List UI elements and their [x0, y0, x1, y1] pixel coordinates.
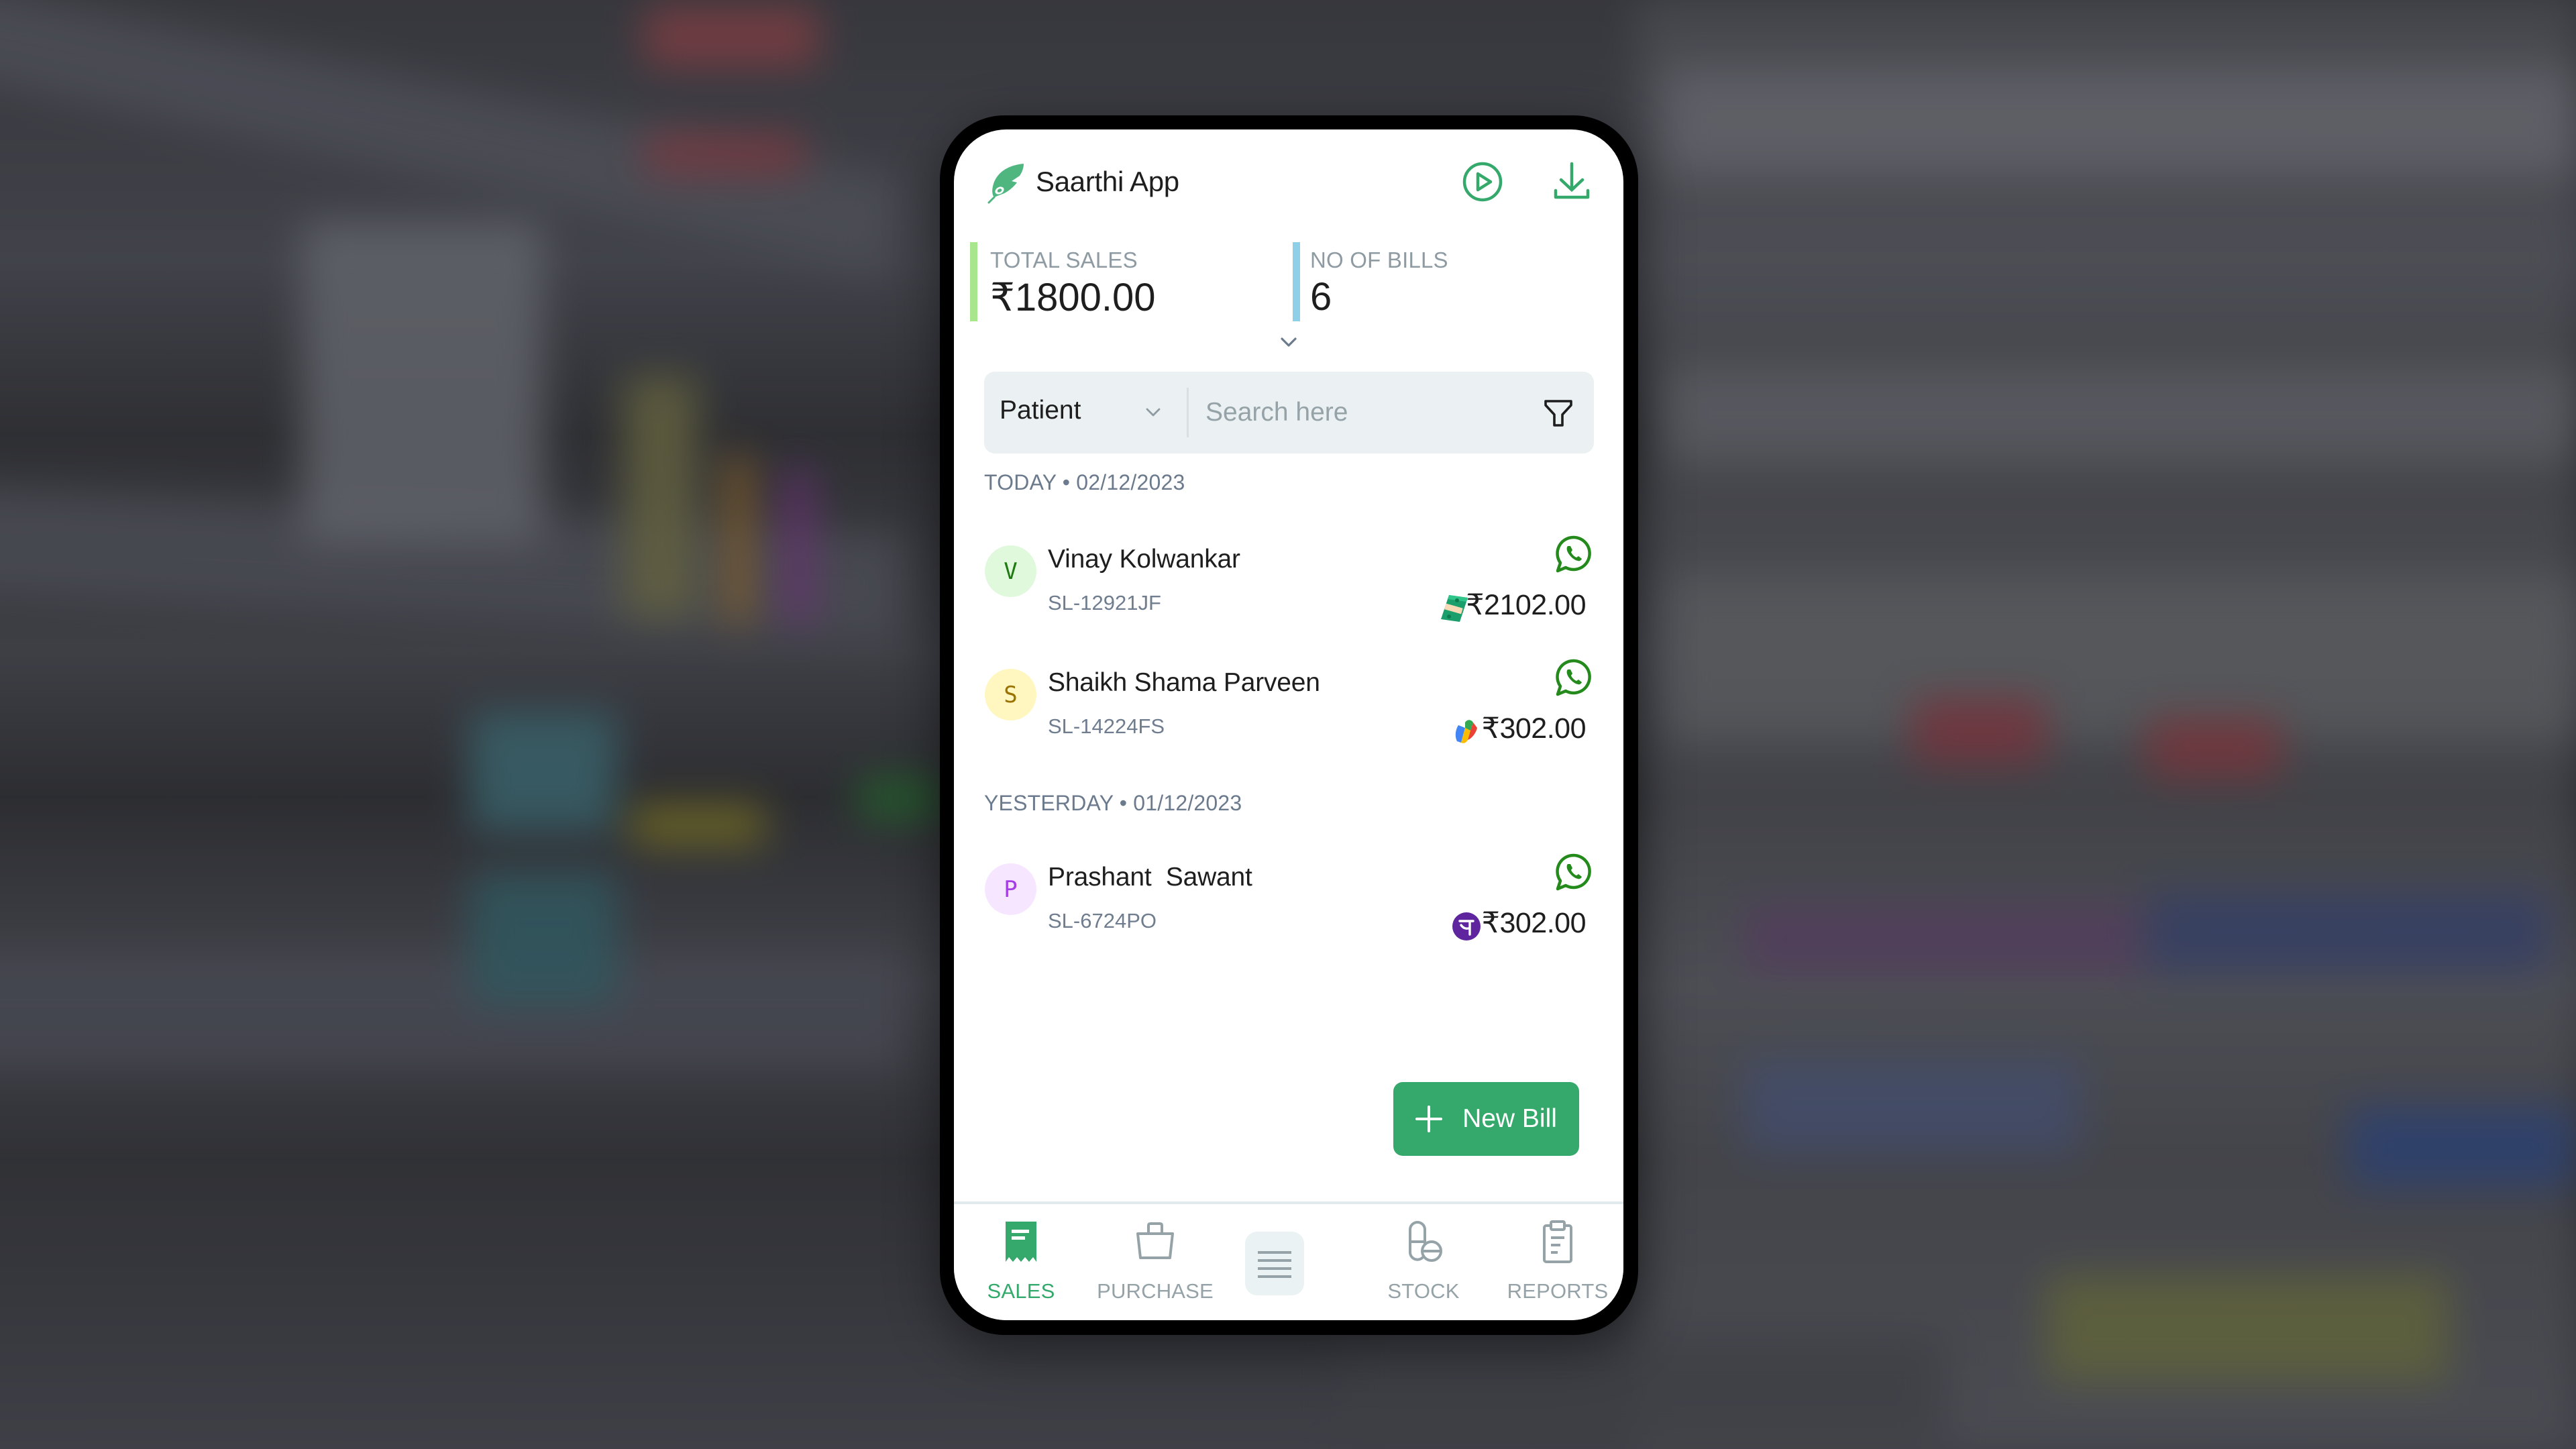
leaf-logo-icon [987, 164, 1024, 204]
funnel-icon[interactable] [1542, 397, 1574, 429]
whatsapp-icon[interactable] [1555, 535, 1593, 574]
bill-id: SL-14224FS [1048, 714, 1165, 738]
new-bill-label: New Bill [1462, 1104, 1557, 1133]
plus-icon [1415, 1106, 1443, 1132]
nav-label: STOCK [1387, 1279, 1460, 1303]
total-sales-accent-bar [970, 242, 977, 321]
avatar: S [985, 669, 1036, 720]
patient-name: Shaikh Shama Parveen [1048, 668, 1320, 697]
date-group-header: YESTERDAY • 01/12/2023 [984, 791, 1242, 815]
nav-item-sales[interactable]: SALES [954, 1204, 1088, 1318]
bottom-navigation: SALES PURCHASE STOCK REPORTS [954, 1201, 1623, 1320]
search-divider [1187, 388, 1189, 437]
bill-amount: ₹302.00 [1481, 712, 1587, 745]
cash-icon [1441, 595, 1468, 622]
bill-list-item[interactable]: V Vinay Kolwankar SL-12921JF ₹2102.00 [983, 535, 1597, 635]
phonepe-icon [1452, 912, 1481, 941]
nav-item-purchase[interactable]: PURCHASE [1088, 1204, 1222, 1318]
patient-filter-selected: Patient [1000, 396, 1081, 425]
bill-list-item[interactable]: S Shaikh Shama Parveen SL-14224FS ₹302.0… [983, 658, 1597, 759]
new-bill-button[interactable]: New Bill [1393, 1082, 1579, 1156]
search-bar: Patient [984, 372, 1594, 453]
chevron-down-icon[interactable] [1279, 335, 1299, 350]
menu-button[interactable] [1245, 1232, 1304, 1295]
nav-label: SALES [987, 1279, 1055, 1303]
play-circle-icon[interactable] [1461, 160, 1504, 203]
menu-icon [1258, 1250, 1291, 1278]
patient-name: Vinay Kolwankar [1048, 545, 1240, 574]
phone-frame: Saarthi App TOTAL SALES ₹1800.00 NO OF B… [940, 115, 1638, 1335]
nav-label: REPORTS [1507, 1279, 1609, 1303]
whatsapp-icon[interactable] [1555, 658, 1593, 697]
date-group-header: TODAY • 02/12/2023 [984, 470, 1185, 494]
bills-count-label: NO OF BILLS [1310, 248, 1448, 272]
total-sales-label: TOTAL SALES [990, 248, 1138, 272]
download-icon[interactable] [1550, 160, 1593, 203]
bill-id: SL-12921JF [1048, 591, 1161, 614]
search-input[interactable] [1205, 386, 1527, 439]
bills-count-accent-bar [1293, 242, 1300, 321]
receipt-icon [1006, 1222, 1036, 1262]
nav-label: PURCHASE [1097, 1279, 1214, 1303]
bill-list-item[interactable]: P Prashant Sawant SL-6724PO ₹302.00 [983, 853, 1597, 953]
bill-amount: ₹2102.00 [1466, 589, 1586, 621]
app-title: Saarthi App [1036, 166, 1179, 197]
whatsapp-icon[interactable] [1555, 853, 1593, 892]
total-sales-value: ₹1800.00 [990, 276, 1156, 319]
patient-filter-select[interactable]: Patient [984, 372, 1185, 453]
basket-icon [1136, 1222, 1174, 1259]
google-pay-icon [1455, 720, 1477, 743]
bills-count-value: 6 [1310, 275, 1332, 319]
bill-amount: ₹302.00 [1481, 907, 1587, 939]
app-screen: Saarthi App TOTAL SALES ₹1800.00 NO OF B… [954, 129, 1623, 1320]
pills-icon [1409, 1221, 1442, 1262]
avatar: P [985, 863, 1036, 915]
clipboard-icon [1543, 1220, 1572, 1263]
nav-item-stock[interactable]: STOCK [1356, 1204, 1491, 1318]
nav-item-reports[interactable]: REPORTS [1491, 1204, 1623, 1318]
bill-id: SL-6724PO [1048, 909, 1157, 932]
chevron-down-icon [1146, 408, 1161, 417]
patient-name: Prashant Sawant [1048, 863, 1252, 892]
avatar: V [985, 545, 1036, 597]
